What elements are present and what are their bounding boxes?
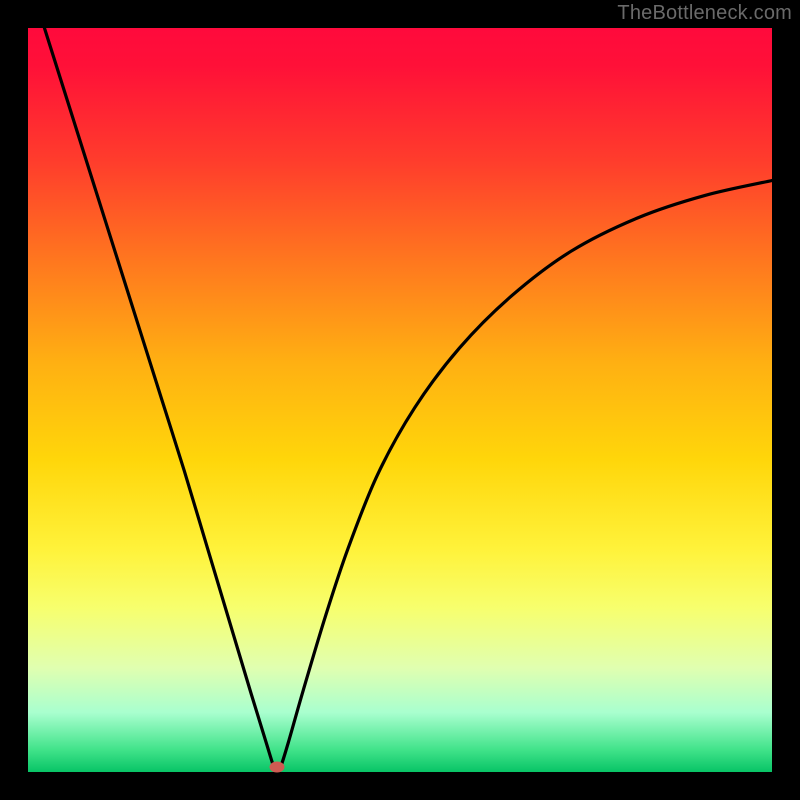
curve-path [28, 28, 772, 772]
chart-frame: TheBottleneck.com [0, 0, 800, 800]
watermark-text: TheBottleneck.com [617, 2, 792, 25]
plot-area [28, 28, 772, 772]
bottleneck-curve [28, 28, 772, 772]
minimum-marker [270, 762, 285, 773]
